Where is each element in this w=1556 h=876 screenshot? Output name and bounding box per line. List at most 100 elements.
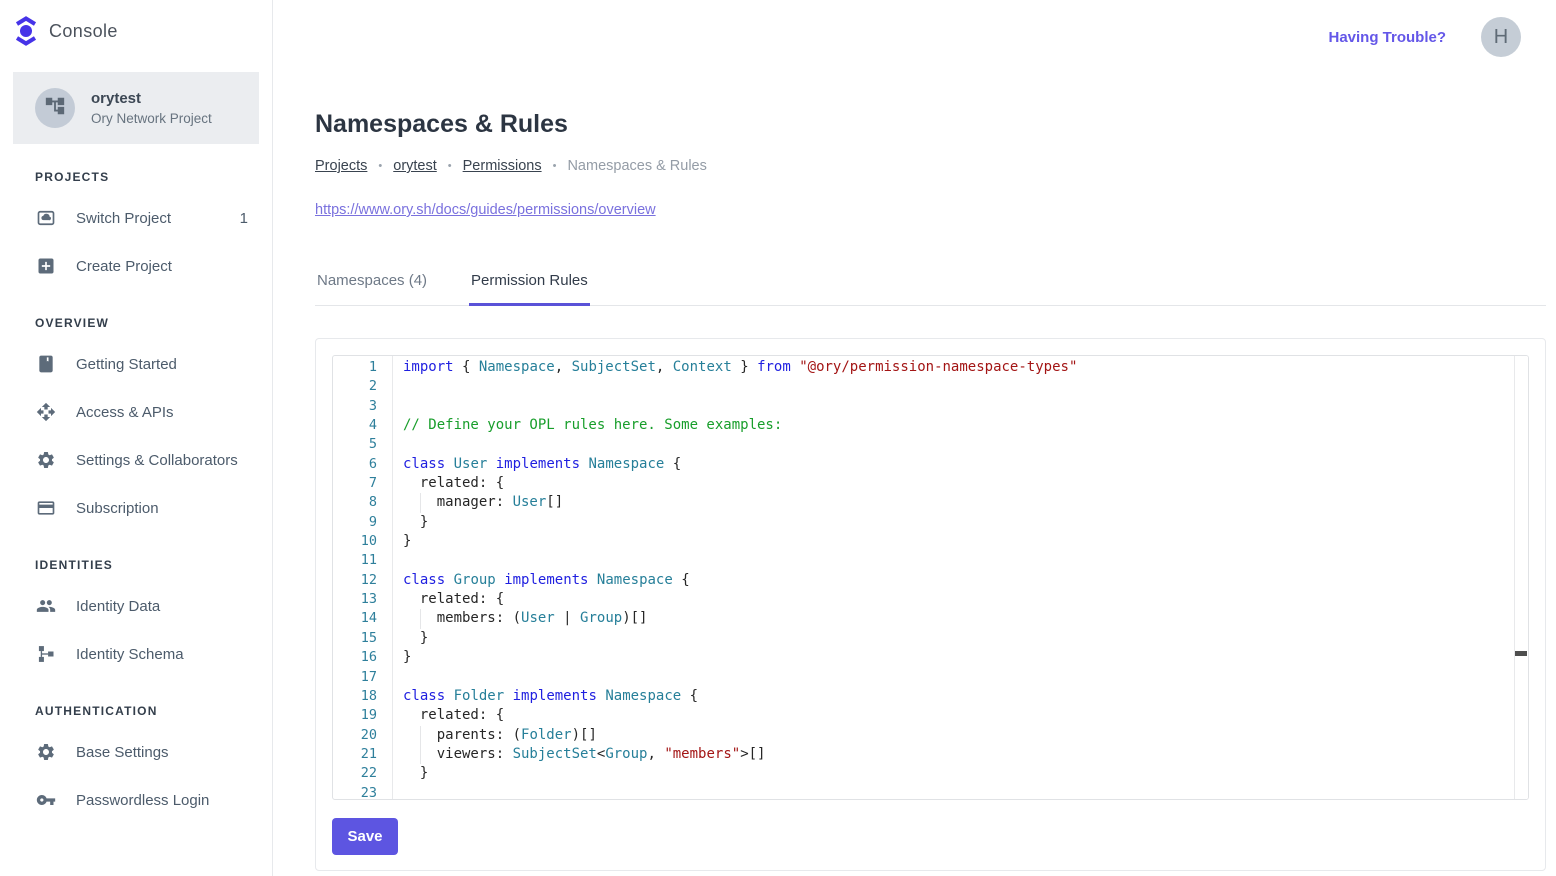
ory-logo-icon — [13, 16, 39, 46]
settings-icon — [36, 450, 56, 470]
code-line-17 — [403, 668, 1513, 687]
breadcrumb-separator: • — [553, 160, 557, 172]
sidebar-item-identity-data[interactable]: Identity Data — [0, 582, 272, 630]
indent-guide — [420, 609, 421, 628]
line-number: 14 — [333, 609, 392, 628]
line-number: 8 — [333, 493, 392, 512]
line-number: 17 — [333, 668, 392, 687]
code-area[interactable]: import { Namespace, SubjectSet, Context … — [394, 356, 1513, 799]
code-line-6: class User implements Namespace { — [403, 455, 1513, 474]
project-type: Ory Network Project — [91, 111, 212, 126]
line-number: 9 — [333, 513, 392, 532]
tab-namespaces-4[interactable]: Namespaces (4) — [315, 272, 429, 306]
breadcrumb-separator: • — [378, 160, 382, 172]
line-number: 12 — [333, 571, 392, 590]
line-number: 5 — [333, 435, 392, 454]
create-project-icon — [36, 256, 56, 276]
sidebar-item-switch-project[interactable]: Switch Project1 — [0, 194, 272, 242]
editor-scrollbar[interactable] — [1514, 356, 1528, 799]
code-line-4: // Define your OPL rules here. Some exam… — [403, 416, 1513, 435]
code-line-21: viewers: SubjectSet<Group, "members">[] — [403, 745, 1513, 764]
breadcrumb-permissions[interactable]: Permissions — [463, 158, 542, 174]
code-line-19: related: { — [403, 706, 1513, 725]
section-label-projects: PROJECTS — [35, 170, 272, 184]
sidebar-item-label: Identity Schema — [76, 646, 248, 663]
line-number: 18 — [333, 687, 392, 706]
line-number: 16 — [333, 648, 392, 667]
line-number: 15 — [333, 629, 392, 648]
sidebar-item-label: Base Settings — [76, 744, 248, 761]
code-line-1: import { Namespace, SubjectSet, Context … — [403, 358, 1513, 377]
sidebar-section-projects: PROJECTS Switch Project1 Create Project — [0, 170, 272, 290]
switch-project-icon — [36, 208, 56, 228]
access-apis-icon — [36, 402, 56, 422]
code-line-14: members: (User | Group)[] — [403, 609, 1513, 628]
permission-rules-panel: 123456789101112131415161718192021222324 … — [315, 338, 1546, 871]
code-line-15: } — [403, 629, 1513, 648]
code-line-8: manager: User[] — [403, 493, 1513, 512]
sidebar-item-settings-collaborators[interactable]: Settings & Collaborators — [0, 436, 272, 484]
code-line-11 — [403, 551, 1513, 570]
breadcrumb: Projects • orytest • Permissions • Namespaces … — [315, 158, 1546, 174]
code-line-3 — [403, 397, 1513, 416]
app-name: Console — [49, 21, 118, 42]
sidebar-item-label: Passwordless Login — [76, 792, 248, 809]
base-settings-icon — [36, 742, 56, 762]
code-editor[interactable]: 123456789101112131415161718192021222324 … — [332, 355, 1529, 800]
breadcrumb-namespaces-rules: Namespaces & Rules — [567, 158, 706, 174]
breadcrumb-projects[interactable]: Projects — [315, 158, 367, 174]
breadcrumb-orytest[interactable]: orytest — [393, 158, 437, 174]
sidebar-section-overview: OVERVIEW Getting StartedAccess & APIs Sett… — [0, 316, 272, 532]
line-number: 19 — [333, 706, 392, 725]
sidebar-item-access-apis[interactable]: Access & APIs — [0, 388, 272, 436]
sidebar: Console orytest Ory Network Project PROJ… — [0, 0, 273, 876]
code-line-9: } — [403, 513, 1513, 532]
save-button[interactable]: Save — [332, 818, 398, 855]
sidebar-item-label: Settings & Collaborators — [76, 452, 248, 469]
getting-started-icon — [36, 354, 56, 374]
sidebar-item-label: Switch Project — [76, 210, 220, 227]
code-line-18: class Folder implements Namespace { — [403, 687, 1513, 706]
sidebar-item-base-settings[interactable]: Base Settings — [0, 728, 272, 776]
tab-permission-rules[interactable]: Permission Rules — [469, 272, 590, 306]
docs-link[interactable]: https://www.ory.sh/docs/guides/permissio… — [315, 202, 656, 218]
tab-bar: Namespaces (4) Permission Rules — [315, 272, 1546, 306]
section-label-overview: OVERVIEW — [35, 316, 272, 330]
line-number: 4 — [333, 416, 392, 435]
sidebar-item-subscription[interactable]: Subscription — [0, 484, 272, 532]
project-name: orytest — [91, 90, 212, 107]
line-number: 23 — [333, 784, 392, 800]
line-number: 21 — [333, 745, 392, 764]
line-number: 1 — [333, 358, 392, 377]
code-line-5 — [403, 435, 1513, 454]
code-line-2 — [403, 377, 1513, 396]
indent-guide — [420, 726, 421, 745]
scrollbar-thumb[interactable] — [1515, 651, 1527, 656]
sidebar-item-create-project[interactable]: Create Project — [0, 242, 272, 290]
sidebar-item-getting-started[interactable]: Getting Started — [0, 340, 272, 388]
line-number: 11 — [333, 551, 392, 570]
sidebar-item-label: Create Project — [76, 258, 248, 275]
line-number: 20 — [333, 726, 392, 745]
sidebar-item-label: Subscription — [76, 500, 248, 517]
passwordless-login-icon — [36, 790, 56, 810]
identity-schema-icon — [36, 644, 56, 664]
sidebar-item-passwordless-login[interactable]: Passwordless Login — [0, 776, 272, 824]
sidebar-section-identities: IDENTITIES Identity Data Identity Schema — [0, 558, 272, 678]
app-logo[interactable]: Console — [0, 0, 272, 46]
indent-guide — [420, 493, 421, 512]
sidebar-item-identity-schema[interactable]: Identity Schema — [0, 630, 272, 678]
line-number: 13 — [333, 590, 392, 609]
section-label-authentication: AUTHENTICATION — [35, 704, 272, 718]
breadcrumb-separator: • — [448, 160, 452, 172]
project-selector[interactable]: orytest Ory Network Project — [13, 72, 259, 144]
line-number: 22 — [333, 764, 392, 783]
code-line-20: parents: (Folder)[] — [403, 726, 1513, 745]
line-number: 7 — [333, 474, 392, 493]
sidebar-item-label: Identity Data — [76, 598, 248, 615]
sitemap-icon — [44, 95, 66, 122]
page-title: Namespaces & Rules — [315, 0, 1546, 139]
section-label-identities: IDENTITIES — [35, 558, 272, 572]
code-line-12: class Group implements Namespace { — [403, 571, 1513, 590]
indent-guide — [420, 745, 421, 764]
